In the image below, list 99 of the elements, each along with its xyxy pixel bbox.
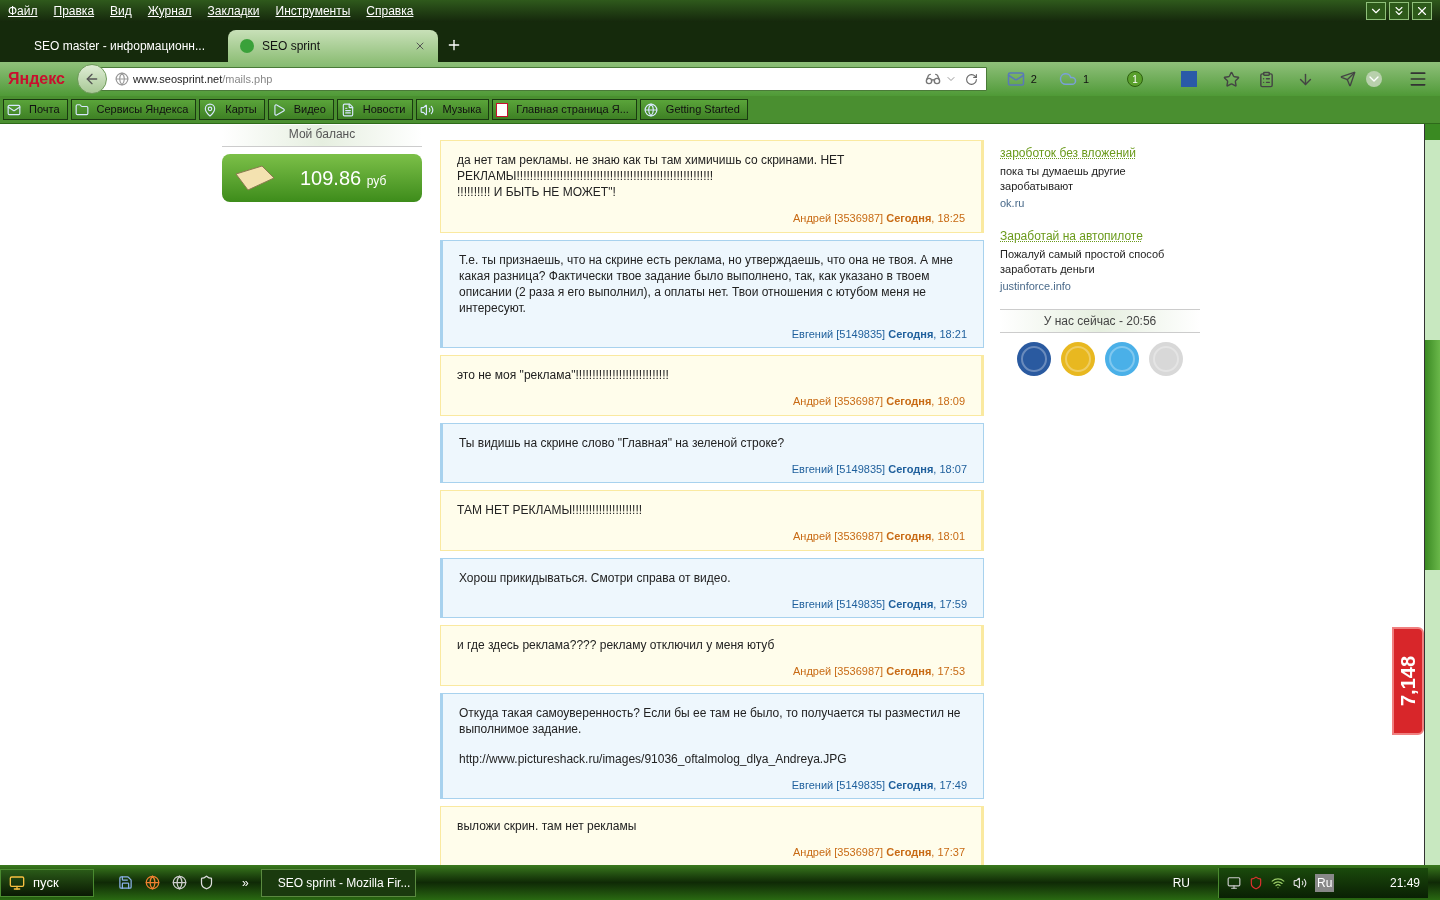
send-icon[interactable] [1340, 71, 1356, 87]
message-meta: Андрей [3536987] Сегодня, 18:25 [791, 211, 965, 226]
bookmark-icon [7, 102, 21, 117]
message-link[interactable]: http://www.pictureshack.ru/images/91036_oftalmolog_dlya_Andreya.JPG [459, 751, 847, 766]
bookmark-label: Getting Started [664, 102, 741, 118]
menu-item[interactable]: Инструменты [275, 2, 351, 20]
menu-item[interactable]: Справка [366, 2, 414, 20]
menu-icon[interactable] [1408, 69, 1428, 89]
message-text: выложи скрин. там нет рекламы [457, 818, 638, 834]
taskbar-item[interactable]: SEO sprint - Mozilla Fir... [260, 868, 416, 897]
scrollbar[interactable] [1424, 124, 1440, 865]
bookmark-label: Почта [28, 102, 61, 118]
bookmark-label: Видео [292, 102, 327, 118]
message-meta: Андрей [3536987] Сегодня, 17:37 [791, 845, 965, 860]
bookmark-item[interactable]: Почта [3, 99, 68, 120]
message-text: и где здесь реклама???? рекламу отключил у меня ютуб [457, 637, 776, 653]
ad-title[interactable]: зароботок без вложений [1000, 144, 1136, 162]
tool-icon[interactable] [199, 875, 214, 890]
bookmark-item[interactable]: Getting Started [639, 99, 748, 120]
mail-count: 2 [1030, 71, 1037, 87]
favicon-icon [240, 39, 254, 53]
bookmark-item[interactable]: Музыка [416, 99, 490, 120]
bookmark-label: Музыка [441, 102, 483, 118]
message-text: Откуда такая самоуверенность? Если бы ее там не было, то получается ты разместил не выполнимое задание. [459, 704, 962, 737]
browser-tab[interactable]: SEO master - информационн... [14, 30, 224, 62]
message-text: ТАМ НЕТ РЕКЛАМЫ!!!!!!!!!!!!!!!!!!!!! [457, 502, 644, 518]
counter-widget[interactable]: 7,148 [1392, 627, 1424, 735]
bookmark-icon [203, 102, 218, 117]
ad-site[interactable]: justinforce.info [1000, 277, 1200, 294]
message-meta: Евгений [5149835] Сегодня, 18:07 [790, 461, 967, 477]
bookmark-icon [340, 102, 355, 117]
tab-title: SEO sprint [262, 38, 322, 55]
more-button[interactable]: » [242, 873, 249, 892]
message-text: Ты видишь на скрине слово "Главная" на зеленой строке? [459, 434, 786, 451]
bookmark-label: Новости [361, 102, 407, 118]
minimize-button[interactable] [1366, 2, 1386, 20]
bookmark-icon [643, 102, 658, 117]
signal-icon[interactable] [1271, 875, 1285, 890]
save-icon[interactable] [118, 875, 133, 890]
bookmark-icon [271, 102, 286, 117]
bookmark-label: Сервисы Яндекса [95, 102, 190, 118]
ad-site[interactable]: ok.ru [1000, 195, 1200, 212]
message-text: да нет там рекламы. не знаю как ты там химичишь со скринами. НЕТ РЕКЛАМЫ!!!!!!!!!!!!!!!!!!!!!!!!!!!!!!!!!!!!!!!!!!!!!!!!!!!!!!!!!!! !!!!!!!!!! И БЫТЬ НЕ МОЖЕТ"! [457, 152, 846, 200]
bookmark-label: Главная страница Я... [515, 102, 630, 118]
language-indicator[interactable]: RU [1172, 873, 1190, 892]
close-icon [1415, 4, 1429, 18]
bookmark-item[interactable]: Новости [336, 99, 414, 120]
message-text: это не моя "реклама"!!!!!!!!!!!!!!!!!!!!!!!!!!!! [457, 367, 670, 383]
start-button[interactable]: пуск [0, 868, 94, 897]
ad-text: Пожалуй самый простой способ заработать деньги [1000, 246, 1166, 277]
menu-item[interactable]: Файл [8, 2, 38, 20]
message-meta: Евгений [5149835] Сегодня, 17:49 [790, 777, 967, 793]
message-meta: Андрей [3536987] Сегодня, 18:09 [791, 394, 965, 409]
message-meta: Евгений [5149835] Сегодня, 17:59 [790, 596, 967, 612]
message-meta: Андрей [3536987] Сегодня, 18:01 [791, 529, 965, 544]
menu-item[interactable]: Журнал [147, 2, 192, 20]
clipboard-icon[interactable] [1258, 70, 1275, 88]
reader-icon[interactable] [924, 71, 941, 87]
new-tab-icon[interactable] [446, 37, 462, 53]
maximize-button[interactable] [1389, 2, 1409, 20]
reload-icon[interactable] [964, 72, 978, 86]
chevron-icon[interactable] [1366, 71, 1382, 87]
double-chevron-icon [1392, 4, 1406, 18]
balance-card[interactable]: 109.86 руб [222, 154, 422, 202]
message-meta: Евгений [5149835] Сегодня, 18:21 [790, 326, 967, 342]
ad-title[interactable]: Заработай на автопилоте [1000, 226, 1143, 245]
ad-text: пока ты думаешь другие заробатывают [1000, 164, 1127, 194]
bookmark-item[interactable]: Карты [199, 99, 265, 120]
section-header: Мой баланс [222, 125, 422, 147]
clock: 21:49 [1389, 874, 1420, 892]
balance-amount: 109.86 руб [300, 166, 387, 191]
globe-icon [115, 72, 129, 86]
keyboard-layout[interactable]: Ru [1315, 873, 1335, 892]
bookmark-item[interactable]: Видео [267, 99, 334, 120]
menu-item[interactable]: Вид [110, 2, 132, 20]
cloud-count: 1 [1082, 71, 1089, 87]
antivirus-icon[interactable] [1249, 875, 1263, 890]
volume-icon[interactable] [1293, 875, 1307, 890]
menu-item[interactable]: Правка [53, 2, 95, 20]
tab-title: SEO master - информационн... [34, 38, 205, 55]
bookmark-item[interactable]: Главная страница Я... [492, 99, 637, 120]
bookmark-icon [74, 102, 89, 117]
message-meta: Андрей [3536987] Сегодня, 17:53 [791, 664, 965, 679]
close-icon[interactable] [414, 40, 426, 52]
menu-item[interactable]: Закладки [207, 2, 260, 20]
browser-tab[interactable]: SEO sprint [228, 30, 438, 62]
counter-badge[interactable]: 1 [1127, 71, 1143, 87]
browser-icon[interactable] [172, 875, 187, 890]
network-icon[interactable] [1227, 875, 1241, 890]
bookmark-star-icon[interactable] [1223, 70, 1240, 88]
message-text: Т.е. ты признаешь, что на скрине есть реклама, но утверждаешь, что она не твоя. А мне какая разница? Фактически твое задание было выполнено, так, как указано в твоем описании (2 раза я его выполнил), а оплаты нет. Твои отношения с ютубом меня не интересуют. [459, 251, 954, 316]
bookmark-icon [420, 102, 435, 117]
bookmark-label: Карты [224, 102, 258, 118]
clock-header: У нас сейчас - 20:56 [1000, 309, 1200, 333]
back-button[interactable] [77, 64, 107, 94]
message-text: Хорош прикидываться. Смотри справа от видео. [459, 569, 732, 586]
money-icon [234, 164, 276, 192]
close-button[interactable] [1412, 2, 1432, 20]
bookmark-item[interactable]: Сервисы Яндекса [70, 99, 197, 120]
